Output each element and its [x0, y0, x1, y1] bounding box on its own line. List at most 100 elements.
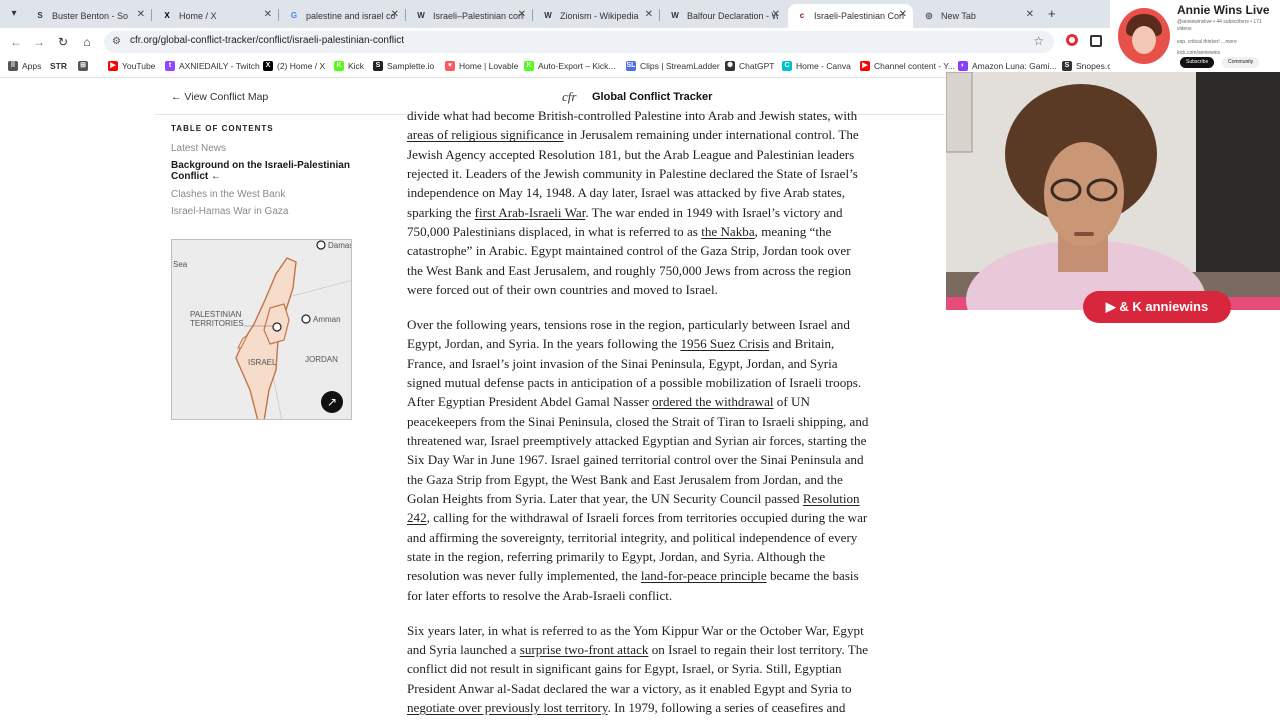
- view-conflict-map-link[interactable]: ← View Conflict Map: [171, 91, 268, 103]
- tab-close-icon[interactable]: ✕: [518, 9, 526, 20]
- tab-separator: [278, 9, 279, 21]
- tab-5[interactable]: W Balfour Declaration - W ✕: [661, 4, 786, 28]
- article-body: divide what had become British-controlle…: [407, 106, 869, 720]
- article-text: . In 1979, following a series of ceasefi…: [607, 699, 846, 715]
- bookmark-label: YouTube: [122, 61, 156, 71]
- tab-3[interactable]: W Israeli–Palestinian conf ✕: [407, 4, 532, 28]
- damascus-marker: [316, 240, 326, 250]
- bookmark-13[interactable]: ▶ Channel content - Y...: [860, 61, 955, 71]
- bookmark-14[interactable]: ◐ Amazon Luna: Gami...: [958, 61, 1057, 71]
- article-link[interactable]: 1956 Suez Crisis: [680, 336, 769, 351]
- toc-item-background[interactable]: Background on the Israeli-Palestinian Co…: [171, 160, 356, 182]
- bookmark-label: Home - Canva: [796, 61, 851, 71]
- forward-arrow-icon[interactable]: →: [31, 34, 47, 50]
- url-text: cfr.org/global-conflict-tracker/conflict…: [130, 35, 404, 46]
- tab-1[interactable]: X Home / X ✕: [153, 4, 278, 28]
- tab-0[interactable]: S Buster Benton - So ✕: [26, 4, 151, 28]
- record-extension-icon[interactable]: [1066, 34, 1078, 46]
- bookmark-2[interactable]: ⊞: [78, 61, 92, 71]
- article-link[interactable]: areas of religious significance: [407, 127, 564, 142]
- map-label-jordan: JORDAN: [305, 355, 338, 364]
- bookmark-10[interactable]: SL Clips | StreamLadder: [626, 61, 720, 71]
- bookmark-label: Channel content - Y...: [874, 61, 955, 71]
- toc-heading: TABLE OF CONTENTS: [171, 124, 274, 133]
- map-label-israel: ISRAEL: [248, 358, 277, 367]
- map-label-palestinian-territories: PALESTINIAN TERRITORIES: [190, 310, 244, 328]
- reload-icon[interactable]: ↻: [55, 34, 71, 50]
- channel-avatar: [1118, 8, 1170, 64]
- article-link[interactable]: negotiate over previously lost territory: [407, 700, 608, 715]
- article-link[interactable]: surprise two-front attack: [520, 642, 649, 657]
- toc-item-latest-news[interactable]: Latest News: [171, 143, 356, 154]
- community-button: Community: [1222, 57, 1260, 68]
- tab-4[interactable]: W Zionism - Wikipedia ✕: [534, 4, 659, 28]
- youtube-studio-icon: ▶: [860, 61, 870, 71]
- bookmark-11[interactable]: ✺ ChatGPT: [725, 61, 774, 71]
- luna-icon: ◐: [958, 61, 968, 71]
- youtube-icon: ▶: [108, 61, 118, 71]
- address-bar[interactable]: ⚙ cfr.org/global-conflict-tracker/confli…: [104, 31, 1054, 53]
- tab-close-icon[interactable]: ✕: [772, 9, 780, 20]
- bookmark-label: Home | Lovable: [459, 61, 519, 71]
- wikipedia-icon: W: [544, 11, 552, 20]
- bookmark-9[interactable]: K Auto-Export – Kick...: [524, 61, 615, 71]
- grid-icon: ⊞: [78, 61, 88, 71]
- channel-description: esp. critical thinker! ...more: [1177, 39, 1237, 45]
- tab-close-icon[interactable]: ✕: [1026, 9, 1034, 20]
- bookmark-5[interactable]: X (2) Home / X: [263, 61, 325, 71]
- bookmark-12[interactable]: C Home - Canva: [782, 61, 851, 71]
- home-icon[interactable]: ⌂: [79, 34, 95, 50]
- webcam-feed: [946, 72, 1280, 310]
- cfr-logo[interactable]: cfr: [562, 89, 576, 105]
- tab-label: Israeli-Palestinian Con: [814, 11, 905, 21]
- channel-meta: @anniewinslive • 44 subscribers • 171 vi…: [1177, 19, 1277, 57]
- bookmark-8[interactable]: ♥ Home | Lovable: [445, 61, 518, 71]
- bookmark-0[interactable]: ⠿ Apps: [8, 61, 41, 71]
- article-link[interactable]: ordered the withdrawal: [652, 394, 773, 409]
- bookmark-1[interactable]: STR: [50, 61, 67, 71]
- bookmark-star-icon[interactable]: ☆: [1033, 34, 1044, 48]
- toc-item-west-bank[interactable]: Clashes in the West Bank: [171, 189, 356, 200]
- map-label-sea: Sea: [173, 260, 188, 269]
- bookmark-3[interactable]: ▶ YouTube: [108, 61, 155, 71]
- wikipedia-icon: W: [671, 11, 679, 20]
- tab-separator: [532, 9, 533, 21]
- extension-icon[interactable]: [1090, 35, 1102, 47]
- tab-close-icon[interactable]: ✕: [391, 9, 399, 20]
- toc-item-gaza[interactable]: Israel-Hamas War in Gaza: [171, 206, 356, 217]
- tab-search-icon[interactable]: ▾: [6, 6, 22, 22]
- back-arrow-icon[interactable]: ←: [8, 34, 24, 50]
- tab-label: Israeli–Palestinian conf: [433, 11, 524, 21]
- tab-close-icon[interactable]: ✕: [264, 9, 272, 20]
- bookmark-6[interactable]: K Kick: [334, 61, 364, 71]
- article-link[interactable]: the Nakba: [701, 224, 754, 239]
- channel-subscribers: @anniewinslive • 44 subscribers • 171 vi…: [1177, 19, 1262, 32]
- site-title[interactable]: Global Conflict Tracker: [592, 91, 712, 103]
- article-link[interactable]: land-for-peace principle: [641, 568, 767, 583]
- tab-close-icon[interactable]: ✕: [645, 9, 653, 20]
- lovable-icon: ♥: [445, 61, 455, 71]
- conflict-map-thumbnail[interactable]: Sea Damas PALESTINIAN TERRITORIES Amman …: [171, 239, 352, 420]
- site-info-icon[interactable]: ⚙: [112, 36, 121, 47]
- bookmark-7[interactable]: S Samplette.io: [373, 61, 434, 71]
- jerusalem-marker: [272, 322, 282, 332]
- new-tab-plus-icon[interactable]: +: [1048, 6, 1056, 21]
- tab-label: New Tab: [941, 11, 976, 21]
- tab-7[interactable]: ◎ New Tab ✕: [915, 4, 1040, 28]
- tab-close-icon[interactable]: ✕: [899, 9, 907, 20]
- bookmark-label: Clips | StreamLadder: [640, 61, 720, 71]
- cfr-icon: c: [799, 11, 805, 20]
- tab-label: Zionism - Wikipedia: [560, 11, 639, 21]
- tab-6[interactable]: c Israeli-Palestinian Con ✕: [788, 4, 913, 28]
- tab-close-icon[interactable]: ✕: [137, 9, 145, 20]
- bookmark-4[interactable]: t AXNIEDAILY - Twitch: [165, 61, 260, 71]
- tab-separator: [151, 9, 152, 21]
- bookmark-label: Kick: [348, 61, 365, 71]
- chrome-icon: ◎: [925, 11, 933, 20]
- samplette-icon: S: [373, 61, 383, 71]
- apps-grid-icon: ⠿: [8, 61, 18, 71]
- bookmark-label: ChatGPT: [739, 61, 775, 71]
- article-link[interactable]: first Arab-Israeli War: [475, 205, 586, 220]
- tab-2[interactable]: Gpalestine and israel co ✕: [280, 4, 405, 28]
- expand-map-arrow-icon[interactable]: ↗: [321, 391, 343, 413]
